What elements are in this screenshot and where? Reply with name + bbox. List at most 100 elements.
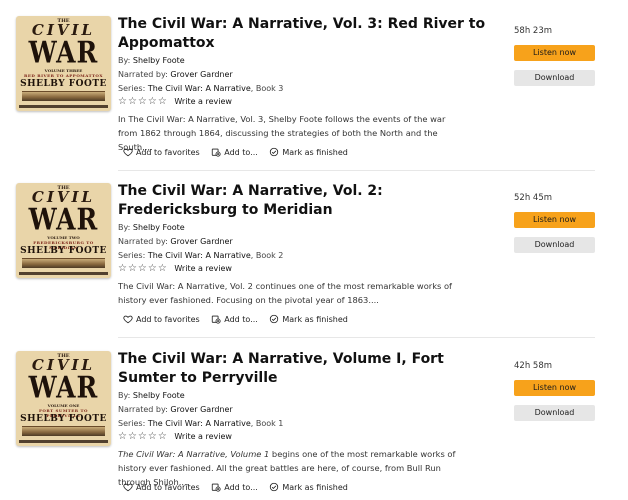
star-rating-icon[interactable]: ☆☆☆☆☆	[118, 431, 168, 442]
heart-icon	[123, 315, 133, 324]
series-link[interactable]: The Civil War: A Narrative	[148, 251, 251, 260]
mark-as-finished-label: Mark as finished	[282, 314, 348, 324]
cover-war-text: WAR	[28, 202, 99, 237]
check-circle-icon	[270, 482, 279, 492]
narrator-line: Narrated by: Grover Gardner	[118, 70, 233, 79]
mark-as-finished-button[interactable]: Mark as finished	[269, 314, 348, 324]
author-line: By: Shelby Foote	[118, 56, 185, 65]
check-circle-icon	[270, 147, 279, 157]
rating-row: ☆☆☆☆☆ Write a review	[118, 431, 232, 442]
author-link[interactable]: Shelby Foote	[133, 223, 185, 232]
book-cover[interactable]: THE CIVIL WAR VOLUME ONE FORT SUMTER TO …	[16, 351, 111, 446]
mark-as-finished-button[interactable]: Mark as finished	[269, 147, 348, 157]
narrator-label: Narrated by:	[118, 405, 168, 414]
series-book-number: , Book 3	[250, 84, 284, 93]
cover-battle-scene	[22, 258, 105, 268]
heart-icon	[123, 148, 133, 157]
series-line: Series: The Civil War: A Narrative, Book…	[118, 419, 283, 428]
star-rating-icon[interactable]: ☆☆☆☆☆	[118, 96, 168, 107]
add-to-favorites-label: Add to favorites	[136, 147, 200, 157]
cover-battle-scene	[22, 426, 105, 436]
book-title[interactable]: The Civil War: A Narrative, Volume I, Fo…	[118, 350, 488, 388]
narrator-label: Narrated by:	[118, 70, 168, 79]
book-cover[interactable]: THE CIVIL WAR VOLUME TWO FREDERICKSBURG …	[16, 183, 111, 278]
listen-now-button[interactable]: Listen now	[514, 212, 595, 228]
star-rating-icon[interactable]: ☆☆☆☆☆	[118, 263, 168, 274]
narrator-link[interactable]: Grover Gardner	[170, 70, 232, 79]
cover-war-text: WAR	[28, 35, 99, 70]
author-line: By: Shelby Foote	[118, 223, 185, 232]
heart-icon	[123, 483, 133, 492]
add-to-favorites-button[interactable]: Add to favorites	[123, 147, 200, 157]
series-label: Series:	[118, 419, 146, 428]
add-to-collection-label: Add to...	[224, 314, 258, 324]
cover-author-text: SHELBY FOOTE	[20, 79, 107, 89]
description-italic: The Civil War: A Narrative, Volume 1	[118, 449, 270, 459]
action-row: Add to favorites Add to... Mark as finis…	[123, 147, 357, 159]
series-line: Series: The Civil War: A Narrative, Book…	[118, 84, 283, 93]
cover-footer-band	[19, 272, 108, 275]
book-title[interactable]: The Civil War: A Narrative, Vol. 3: Red …	[118, 15, 488, 53]
download-button[interactable]: Download	[514, 405, 595, 421]
write-review-link[interactable]: Write a review	[174, 97, 232, 106]
add-to-collection-button[interactable]: Add to...	[211, 482, 258, 492]
series-label: Series:	[118, 84, 146, 93]
author-link[interactable]: Shelby Foote	[133, 391, 185, 400]
listen-now-button[interactable]: Listen now	[514, 45, 595, 61]
row-separator	[118, 170, 595, 171]
cover-subtitle-text: RED RIVER TO APPOMATTOX	[24, 73, 103, 78]
download-button[interactable]: Download	[514, 70, 595, 86]
cover-war-text: WAR	[28, 370, 99, 405]
series-label: Series:	[118, 251, 146, 260]
add-to-library-icon	[212, 148, 221, 157]
narrator-link[interactable]: Grover Gardner	[170, 237, 232, 246]
mark-as-finished-label: Mark as finished	[282, 482, 348, 492]
add-to-collection-label: Add to...	[224, 147, 258, 157]
write-review-link[interactable]: Write a review	[174, 432, 232, 441]
add-to-favorites-label: Add to favorites	[136, 314, 200, 324]
add-to-collection-label: Add to...	[224, 482, 258, 492]
add-to-favorites-button[interactable]: Add to favorites	[123, 482, 200, 492]
row-separator	[118, 337, 595, 338]
cover-footer-band	[19, 105, 108, 108]
series-book-number: , Book 2	[250, 251, 284, 260]
rating-row: ☆☆☆☆☆ Write a review	[118, 263, 232, 274]
author-line: By: Shelby Foote	[118, 391, 185, 400]
mark-as-finished-label: Mark as finished	[282, 147, 348, 157]
series-link[interactable]: The Civil War: A Narrative	[148, 84, 251, 93]
mark-as-finished-button[interactable]: Mark as finished	[269, 482, 348, 492]
action-row: Add to favorites Add to... Mark as finis…	[123, 482, 357, 494]
author-label: By:	[118, 391, 131, 400]
author-label: By:	[118, 56, 131, 65]
author-label: By:	[118, 223, 131, 232]
narrator-line: Narrated by: Grover Gardner	[118, 405, 233, 414]
book-cover[interactable]: THE CIVIL WAR VOLUME THREE RED RIVER TO …	[16, 16, 111, 111]
cover-footer-band	[19, 440, 108, 443]
series-line: Series: The Civil War: A Narrative, Book…	[118, 251, 283, 260]
add-to-collection-button[interactable]: Add to...	[211, 147, 258, 157]
author-link[interactable]: Shelby Foote	[133, 56, 185, 65]
duration: 42h 58m	[514, 361, 553, 371]
description-text: The Civil War: A Narrative, Vol. 2 conti…	[118, 281, 452, 305]
add-to-favorites-button[interactable]: Add to favorites	[123, 314, 200, 324]
add-to-library-icon	[212, 315, 221, 324]
narrator-label: Narrated by:	[118, 237, 168, 246]
action-row: Add to favorites Add to... Mark as finis…	[123, 314, 357, 326]
check-circle-icon	[270, 314, 279, 324]
add-to-collection-button[interactable]: Add to...	[211, 314, 258, 324]
write-review-link[interactable]: Write a review	[174, 264, 232, 273]
narrator-link[interactable]: Grover Gardner	[170, 405, 232, 414]
add-to-library-icon	[212, 483, 221, 492]
cover-author-text: SHELBY FOOTE	[20, 246, 107, 256]
listen-now-button[interactable]: Listen now	[514, 380, 595, 396]
series-book-number: , Book 1	[250, 419, 284, 428]
add-to-favorites-label: Add to favorites	[136, 482, 200, 492]
cover-author-text: SHELBY FOOTE	[20, 414, 107, 424]
series-link[interactable]: The Civil War: A Narrative	[148, 419, 251, 428]
duration: 52h 45m	[514, 193, 553, 203]
narrator-line: Narrated by: Grover Gardner	[118, 237, 233, 246]
download-button[interactable]: Download	[514, 237, 595, 253]
cover-battle-scene	[22, 91, 105, 101]
book-title[interactable]: The Civil War: A Narrative, Vol. 2: Fred…	[118, 182, 488, 220]
duration: 58h 23m	[514, 26, 553, 36]
